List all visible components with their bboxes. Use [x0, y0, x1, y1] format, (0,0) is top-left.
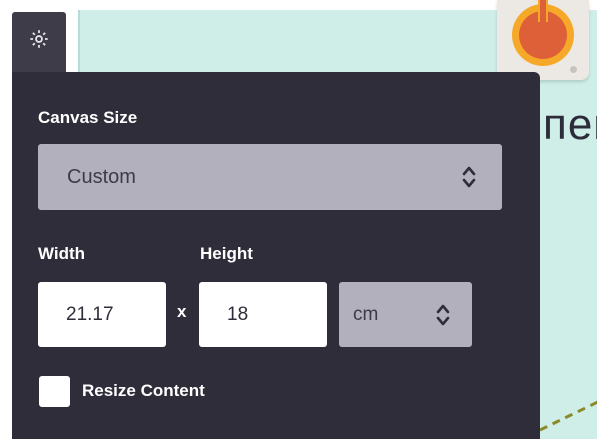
height-label: Height — [200, 244, 253, 263]
dashed-connector — [539, 400, 597, 432]
settings-button[interactable] — [12, 12, 66, 72]
canvas-text[interactable]: пек — [543, 100, 597, 150]
width-input[interactable]: 21.17 — [38, 282, 166, 347]
canvas-size-select[interactable]: Custom — [38, 144, 502, 210]
height-input[interactable]: 18 — [199, 282, 327, 347]
resize-content-label[interactable]: Resize Content — [82, 381, 205, 401]
chevron-updown-icon — [436, 304, 450, 325]
canvas-size-label: Canvas Size — [38, 108, 138, 127]
thermometer-icon[interactable] — [497, 0, 589, 80]
times-symbol: x — [177, 302, 187, 321]
width-label: Width — [38, 244, 86, 263]
unit-value: cm — [353, 303, 379, 325]
sticker-dot — [570, 66, 577, 73]
canvas-settings-panel: Canvas Size Custom Width Height 21.17 x … — [12, 72, 540, 439]
chevron-updown-icon — [462, 166, 476, 188]
thermometer-stem — [538, 0, 548, 22]
unit-select[interactable]: cm — [339, 282, 472, 347]
gear-icon — [30, 30, 48, 48]
resize-content-checkbox[interactable] — [39, 376, 70, 407]
canvas-size-value: Custom — [67, 165, 136, 188]
